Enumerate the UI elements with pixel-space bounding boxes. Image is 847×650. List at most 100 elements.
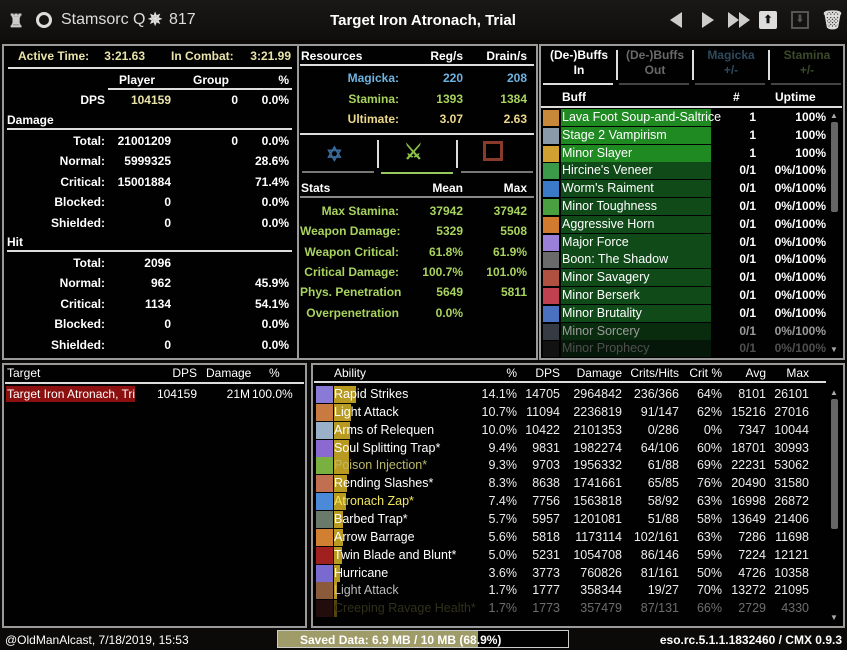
ability-row[interactable]: Light Attack 1.7% 1777 358344 19/27 70% 13272 2…: [314, 582, 826, 600]
ability-row[interactable]: Hurricane 3.6% 3773 760826 81/161 50% 4726 1035…: [314, 564, 826, 582]
ability-crits: 236/366: [633, 387, 679, 401]
ability-damage: 357479: [580, 601, 622, 616]
tab-buffs-3[interactable]: Stamina +/-: [771, 48, 843, 78]
ability-dps: 8638: [532, 476, 560, 491]
trash-icon[interactable]: 🗑: [821, 10, 844, 31]
buff-icon: [543, 341, 559, 358]
buff-count: 0/1: [739, 252, 756, 267]
buff-row[interactable]: Aggressive Horn 0/1 0%/100%: [543, 215, 833, 233]
buff-uptime: 0%/100%: [774, 270, 826, 285]
divider: [300, 64, 534, 66]
hit-row-pct: 54.1%: [254, 296, 289, 311]
clock-icon[interactable]: [36, 12, 52, 28]
dps-group: 0: [231, 93, 238, 107]
buff-row[interactable]: Minor Sorcery 0/1 0%/100%: [543, 322, 833, 340]
ability-crits: 51/88: [647, 511, 679, 526]
ability-critpct: 60%: [696, 440, 722, 455]
col-pct: %: [278, 73, 289, 87]
buff-uptime: 100%: [795, 145, 826, 160]
ability-critpct: 66%: [696, 601, 722, 616]
scroll-up-icon[interactable]: ▲: [830, 388, 838, 397]
buff-row[interactable]: Minor Savagery 0/1 0%/100%: [543, 269, 833, 287]
ability-dps: 9831: [532, 440, 560, 455]
scroll-down-icon[interactable]: ▼: [830, 613, 838, 622]
col-reg: Reg/s: [430, 49, 463, 63]
ability-row[interactable]: Twin Blade and Blunt* 5.0% 5231 1054708 86/1…: [314, 546, 826, 564]
ability-row[interactable]: Barbed Trap* 5.7% 5957 1201081 51/88 58% 13649…: [314, 510, 826, 528]
health-icon[interactable]: [483, 141, 503, 161]
header-bar: ♜ Stamsorc Q ✵ 817 Target Iron Atronach,…: [0, 0, 847, 40]
ability-max: 10044: [774, 422, 809, 437]
buff-uptime: 0%/100%: [774, 323, 826, 338]
ability-avg: 4726: [738, 565, 766, 580]
buff-scrollbar[interactable]: [831, 122, 838, 212]
ability-max: 26101: [774, 387, 809, 401]
magicka-icon[interactable]: ✡: [326, 142, 343, 167]
ability-row[interactable]: Atronach Zap* 7.4% 7756 1563818 58/92 63% 1699…: [314, 493, 826, 511]
target-damage: 21M: [226, 387, 250, 401]
ability-row[interactable]: Light Attack 10.7% 11094 2236819 91/147 62% 15…: [314, 403, 826, 421]
buff-row[interactable]: Worm's Raiment 0/1 0%/100%: [543, 180, 833, 198]
buff-row[interactable]: Minor Berserk 0/1 0%/100%: [543, 287, 833, 304]
tab-underline: [771, 83, 841, 85]
ability-row[interactable]: Arrow Barrage 5.6% 5818 1173114 102/161 63% 72…: [314, 528, 826, 546]
buff-row[interactable]: Lava Foot Soup-and-Saltrice 1 100%: [543, 109, 833, 126]
ability-icon: [316, 582, 333, 600]
scroll-down-icon[interactable]: ▼: [830, 345, 838, 354]
buff-icon: [543, 270, 559, 287]
buff-name: Minor Toughness: [562, 199, 657, 213]
buff-icon: [543, 199, 559, 215]
prev-arrow-icon[interactable]: [670, 12, 682, 28]
col-target-pct: %: [269, 366, 280, 380]
buff-row[interactable]: Minor Prophecy 0/1 0%/100%: [543, 340, 833, 358]
ability-max: 21095: [774, 583, 809, 598]
tab-underline: [619, 83, 689, 85]
fast-forward-icon[interactable]: [728, 12, 750, 28]
ability-row[interactable]: Creeping Ravage Health* 1.7% 1773 357479 87/…: [314, 600, 826, 618]
trophy-icon[interactable]: ♜: [8, 11, 24, 32]
tab-underline: [461, 171, 533, 173]
ability-scrollbar[interactable]: [831, 399, 838, 529]
stamina-icon[interactable]: ⚔: [404, 140, 423, 165]
tab-label: Stamina: [783, 48, 831, 62]
ability-name: Barbed Trap*: [334, 511, 408, 526]
ability-pct: 10.0%: [481, 422, 517, 437]
buff-row[interactable]: Minor Brutality 0/1 0%/100%: [543, 304, 833, 322]
ability-name: Creeping Ravage Health*: [334, 601, 476, 616]
ability-row[interactable]: Poison Injection* 9.3% 9703 1956332 61/88 69%…: [314, 457, 826, 475]
buff-row[interactable]: Minor Slayer 1 100%: [543, 144, 833, 162]
target-name[interactable]: Target Iron Atronach, Tri: [6, 386, 135, 402]
buff-name: Minor Sorcery: [562, 323, 640, 338]
col-buff: Buff: [562, 90, 586, 104]
upload-icon[interactable]: ⬆: [759, 11, 777, 29]
buff-row[interactable]: Major Force 0/1 0%/100%: [543, 233, 833, 251]
buff-row[interactable]: Minor Toughness 0/1 0%/100%: [543, 198, 833, 215]
ability-pct: 5.6%: [488, 529, 518, 544]
buff-row[interactable]: Hircine's Veneer 0/1 0%/100%: [543, 162, 833, 180]
tab-buffs-2[interactable]: Magicka +/-: [695, 48, 767, 78]
buff-row[interactable]: Boon: The Shadow 0/1 0%/100%: [543, 251, 833, 269]
ability-damage: 1054708: [573, 547, 622, 562]
cp-star-icon: ✵: [148, 10, 163, 29]
tab-buffs-0[interactable]: (De-)Buffs In: [543, 48, 615, 78]
ability-name: Arrow Barrage: [334, 529, 415, 544]
download-icon[interactable]: ⬇: [791, 11, 809, 29]
ability-pct: 5.0%: [488, 547, 518, 562]
col-name: Ability: [334, 366, 367, 380]
scroll-up-icon[interactable]: ▲: [830, 111, 838, 120]
ability-row[interactable]: Soul Splitting Trap* 9.4% 9831 1982274 64/10…: [314, 439, 826, 457]
ability-row[interactable]: Arms of Relequen 10.0% 10422 2101353 0/286 0%…: [314, 421, 826, 439]
tab-label: (De-)Buffs: [626, 48, 684, 62]
buff-count: 0/1: [739, 323, 756, 338]
dps-pct: 0.0%: [261, 93, 289, 107]
next-arrow-icon[interactable]: [702, 12, 714, 28]
buff-row[interactable]: Stage 2 Vampirism 1 100%: [543, 126, 833, 144]
col-max: Max: [503, 181, 527, 195]
ability-row[interactable]: Rapid Strikes 14.1% 14705 2964842 236/366 64%…: [314, 386, 826, 403]
ability-max: 21406: [774, 511, 809, 526]
ability-row[interactable]: Rending Slashes* 8.3% 8638 1741661 65/85 76% 2…: [314, 475, 826, 493]
targets-panel: [2, 363, 307, 628]
hit-row-pct: 45.9%: [254, 276, 289, 291]
divider: [297, 46, 299, 358]
tab-buffs-1[interactable]: (De-)Buffs Out: [619, 48, 691, 78]
